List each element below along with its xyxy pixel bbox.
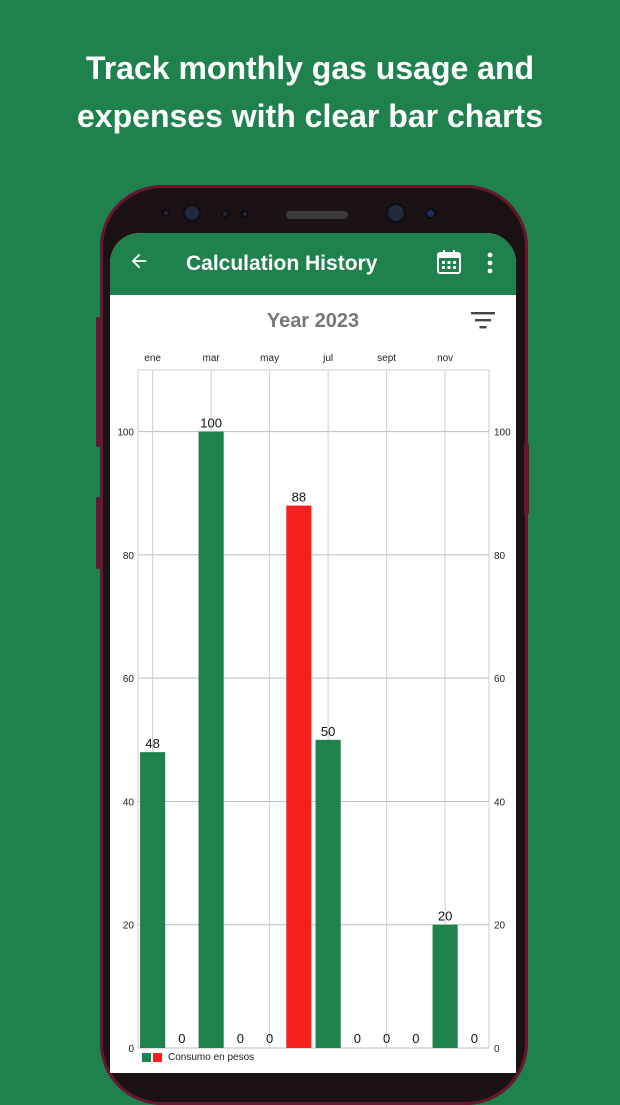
legend-label: Consumo en pesos	[168, 1051, 255, 1063]
x-tick-label: mar	[203, 353, 221, 364]
bar-value-label: 0	[237, 1031, 244, 1046]
legend-swatch-highlight	[153, 1052, 162, 1062]
y-tick-label-left: 40	[123, 797, 135, 808]
y-tick-label-right: 100	[494, 428, 511, 439]
phone-front-camera	[183, 204, 201, 222]
phone-power-button	[524, 443, 529, 515]
bar-value-label: 50	[321, 724, 335, 739]
y-tick-label-left: 0	[128, 1044, 134, 1055]
y-tick-label-right: 60	[494, 674, 506, 685]
x-tick-label: jul	[322, 353, 333, 364]
phone-sensor	[162, 209, 170, 217]
bar-value-label: 88	[292, 490, 306, 505]
y-tick-label-right: 80	[494, 551, 506, 562]
promo-headline-line2: expenses with clear bar charts	[77, 98, 543, 134]
y-tick-label-left: 80	[123, 551, 135, 562]
promo-headline-line1: Track monthly gas usage and	[85, 50, 535, 86]
promo-headline: Track monthly gas usage and expenses wit…	[0, 44, 620, 140]
bar-value-label: 48	[145, 736, 159, 751]
bar-value-label: 0	[178, 1031, 185, 1046]
x-tick-label: ene	[144, 353, 161, 364]
bar-value-label: 0	[412, 1031, 419, 1046]
phone-sensor	[241, 210, 249, 218]
bar-mar	[198, 431, 224, 1048]
phone-side-button	[96, 317, 101, 447]
bar-chart: 0 0 20 20 40 40 60 60 80 80 100 100 ene mar may jul sept…	[117, 353, 511, 1055]
bar-ene	[140, 752, 166, 1048]
bar-value-label: 0	[354, 1031, 361, 1046]
x-tick-label: may	[260, 353, 279, 364]
bar-value-label: 0	[266, 1031, 273, 1046]
app-screen: Calculation History Year 2023 0 0 20 20 40 40…	[110, 233, 516, 1073]
bar-value-label: 0	[471, 1031, 478, 1046]
y-tick-label-left: 100	[117, 428, 134, 439]
bar-jul	[315, 739, 341, 1048]
phone-speaker	[286, 211, 348, 219]
y-tick-label-right: 40	[494, 797, 506, 808]
phone-sensor	[221, 210, 229, 218]
bar-nov	[432, 924, 458, 1048]
y-tick-label-right: 20	[494, 921, 506, 932]
phone-iris-camera	[386, 203, 406, 223]
bar-value-label: 0	[383, 1031, 390, 1046]
y-tick-label-left: 20	[123, 921, 135, 932]
bar-jun	[286, 505, 312, 1049]
phone-sensor	[425, 208, 436, 219]
x-tick-label: sept	[377, 353, 396, 364]
y-tick-label-right: 0	[494, 1044, 500, 1055]
chart-legend: Consumo en pesos	[142, 1050, 254, 1064]
legend-swatch-normal	[142, 1052, 151, 1062]
phone-side-button	[96, 497, 101, 569]
x-tick-label: nov	[437, 353, 453, 364]
bar-value-label: 100	[200, 416, 222, 431]
y-tick-label-left: 60	[123, 674, 135, 685]
bar-value-label: 20	[438, 909, 452, 924]
